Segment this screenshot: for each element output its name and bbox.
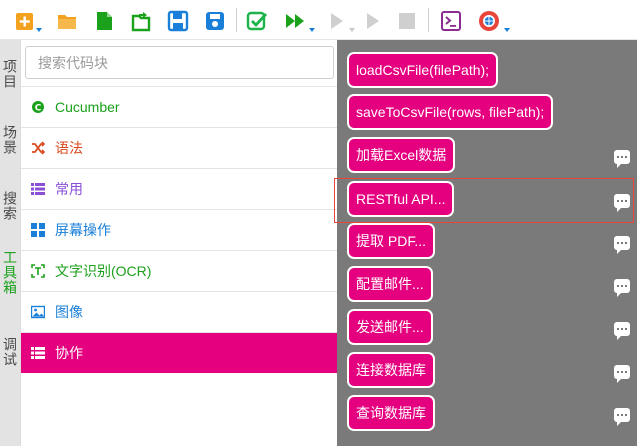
comment-icon[interactable] — [614, 279, 630, 297]
vertical-tabbar: 项目 场景 搜索 工具箱 调试 — [0, 40, 20, 446]
run-icon[interactable] — [283, 8, 315, 34]
search-input[interactable] — [25, 46, 334, 79]
comment-icon[interactable] — [614, 150, 630, 168]
toolbar-separator — [428, 8, 429, 32]
category-list: C Cucumber 语法 常用 屏幕操作 文字识别(OCR) 图像 协作 — [21, 86, 338, 373]
vtab-label: 搜索 — [2, 191, 18, 221]
category-label: 屏幕操作 — [55, 222, 111, 238]
code-block-connect-db[interactable]: 连接数据库 — [347, 352, 435, 388]
toolbox-category-panel: C Cucumber 语法 常用 屏幕操作 — [20, 40, 338, 446]
shuffle-icon — [31, 141, 45, 155]
category-label: 协作 — [55, 345, 83, 361]
vtab-debug[interactable]: 调试 — [0, 326, 20, 378]
vtab-label: 场景 — [2, 125, 18, 155]
comment-icon[interactable] — [614, 194, 630, 212]
vtab-label: 工具箱 — [2, 249, 18, 295]
category-label: 图像 — [55, 304, 83, 320]
open-file-icon[interactable] — [128, 8, 154, 34]
svg-text:C: C — [35, 104, 42, 114]
code-block-load-excel[interactable]: 加载Excel数据 — [347, 137, 456, 173]
comment-icon[interactable] — [614, 408, 630, 426]
vtab-search[interactable]: 搜索 — [0, 180, 20, 232]
code-block-save-csv[interactable]: saveToCsvFile(rows, filePath); — [347, 94, 554, 130]
comment-icon[interactable] — [614, 236, 630, 254]
category-collaboration[interactable]: 协作 — [21, 332, 338, 373]
category-label: Cucumber — [55, 99, 120, 115]
comment-icon[interactable] — [614, 322, 630, 340]
vtab-label: 调试 — [2, 337, 18, 367]
category-syntax[interactable]: 语法 — [21, 127, 338, 168]
code-block-label: 提取 PDF... — [356, 233, 427, 249]
code-block-config-mail[interactable]: 配置邮件... — [347, 266, 433, 302]
save-all-icon[interactable] — [202, 8, 228, 34]
category-image[interactable]: 图像 — [21, 291, 338, 332]
toolbar-separator — [236, 8, 237, 32]
code-block-send-mail[interactable]: 发送邮件... — [347, 309, 433, 345]
open-folder-icon[interactable] — [54, 8, 80, 34]
code-block-label: loadCsvFile(filePath); — [356, 62, 490, 78]
browser-icon[interactable] — [476, 8, 510, 34]
code-block-label: 发送邮件... — [356, 319, 424, 335]
code-block-query-db[interactable]: 查询数据库 — [347, 395, 435, 431]
terminal-icon[interactable] — [438, 8, 464, 34]
category-cucumber[interactable]: C Cucumber — [21, 86, 338, 127]
list-icon — [31, 346, 45, 360]
check-icon[interactable] — [244, 8, 270, 34]
run-step-icon[interactable] — [325, 8, 355, 34]
new-project-icon[interactable] — [12, 8, 42, 34]
grid-icon — [31, 223, 45, 237]
list-icon — [31, 182, 45, 196]
code-block-load-csv[interactable]: loadCsvFile(filePath); — [347, 52, 499, 88]
category-label: 文字识别(OCR) — [55, 263, 152, 279]
app-window: 项目 场景 搜索 工具箱 调试 C Cucumber 语法 — [0, 0, 637, 446]
vtab-toolbox[interactable]: 工具箱 — [0, 246, 20, 298]
code-block-label: 查询数据库 — [356, 405, 426, 421]
code-block-label: RESTful API... — [356, 191, 446, 207]
category-label: 常用 — [55, 181, 83, 197]
vtab-scene[interactable]: 场景 — [0, 114, 20, 166]
code-block-label: saveToCsvFile(rows, filePath); — [356, 104, 545, 120]
comment-icon[interactable] — [614, 365, 630, 383]
code-block-restful-api[interactable]: RESTful API... — [347, 181, 455, 217]
image-icon — [31, 305, 45, 319]
new-file-icon[interactable] — [91, 8, 117, 34]
vtab-label: 项目 — [2, 59, 18, 89]
code-block-panel: loadCsvFile(filePath); saveToCsvFile(row… — [334, 40, 637, 446]
category-common[interactable]: 常用 — [21, 168, 338, 209]
toolbar — [0, 0, 637, 40]
category-label: 语法 — [55, 140, 83, 156]
category-ocr[interactable]: 文字识别(OCR) — [21, 250, 338, 291]
code-block-label: 加载Excel数据 — [356, 147, 447, 163]
save-icon[interactable] — [165, 8, 191, 34]
code-block-label: 配置邮件... — [356, 276, 424, 292]
ocr-icon — [31, 264, 45, 278]
category-screen-ops[interactable]: 屏幕操作 — [21, 209, 338, 250]
play-icon[interactable] — [360, 8, 386, 34]
code-block-label: 连接数据库 — [356, 362, 426, 378]
code-block-extract-pdf[interactable]: 提取 PDF... — [347, 223, 436, 259]
cucumber-icon: C — [31, 100, 45, 114]
vtab-project[interactable]: 项目 — [0, 48, 20, 100]
stop-icon[interactable] — [394, 8, 420, 34]
